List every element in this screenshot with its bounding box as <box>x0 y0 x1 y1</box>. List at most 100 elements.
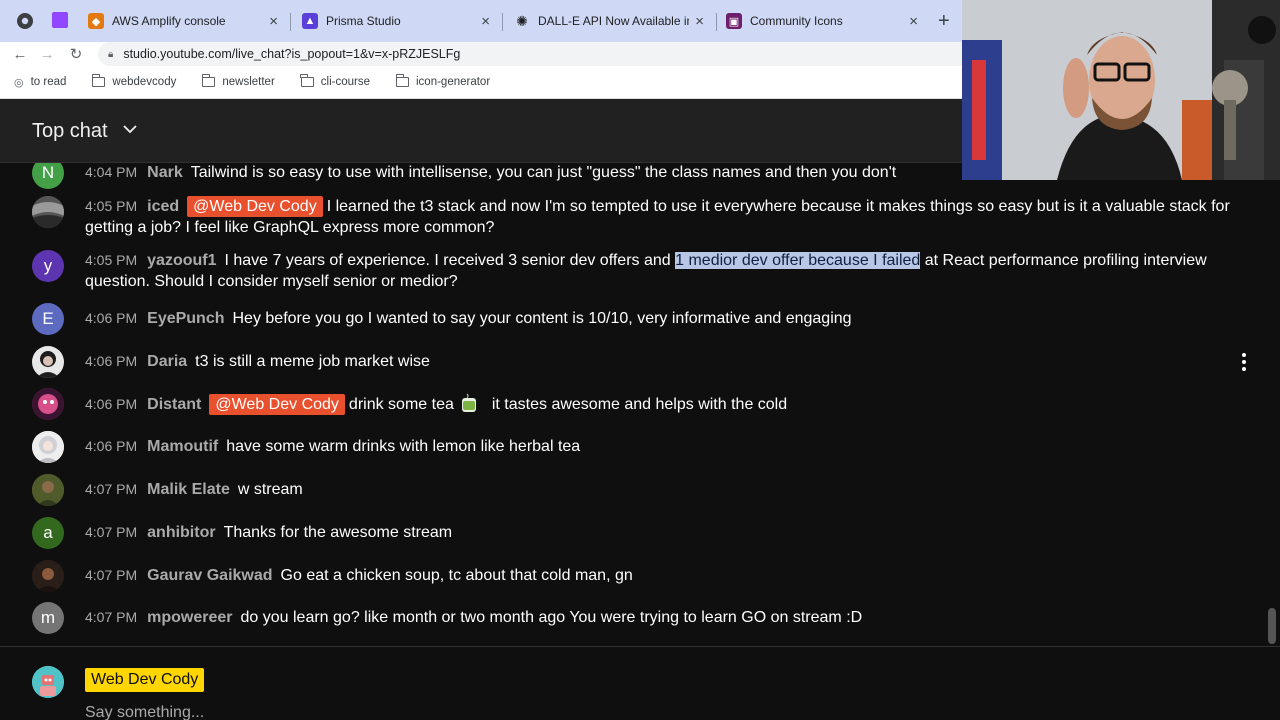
chat-message[interactable]: a 4:07 PM anhibitor Thanks for the awesome… <box>0 517 1280 549</box>
more-vert-icon[interactable] <box>1236 352 1252 372</box>
chat-message-list[interactable]: N 4:04 PM Nark Tailwind is so easy to use … <box>0 163 1280 646</box>
close-tab-icon[interactable]: × <box>269 13 278 30</box>
bookmark-folder[interactable]: webdevcody <box>92 74 177 88</box>
streamer-webcam-image <box>962 0 1280 180</box>
chat-message[interactable]: 4:06 PM Distant @Web Dev Cody drink some te… <box>0 388 1280 420</box>
close-tab-icon[interactable]: × <box>909 13 918 30</box>
message-text: Hey before you go I wanted to say your c… <box>232 310 852 327</box>
message-text: have some warm drinks with lemon like he… <box>226 438 581 455</box>
avatar[interactable]: m <box>32 602 64 634</box>
bookmark-folder[interactable]: cli-course <box>300 74 370 88</box>
tab-title: Community Icons <box>750 14 843 28</box>
message-text: Go eat a chicken soup, tc about that col… <box>280 567 633 584</box>
message-author[interactable]: Gaurav Gaikwad <box>147 567 272 584</box>
chrome-logo-icon[interactable] <box>16 12 34 30</box>
message-text: t3 is still a meme job market wise <box>195 353 430 370</box>
chat-message[interactable]: 4:07 PM Malik Elate w stream <box>0 474 1280 506</box>
avatar[interactable] <box>32 346 64 378</box>
bookmark-item[interactable]: ◎ to read <box>14 76 66 89</box>
channel-avatar[interactable] <box>32 666 64 698</box>
chat-message[interactable]: 4:06 PM Mamoutif have some warm drinks wit… <box>0 431 1280 463</box>
message-author[interactable]: Distant <box>147 396 201 413</box>
openai-icon: ✺ <box>516 12 528 29</box>
message-timestamp: 4:06 PM <box>85 310 138 326</box>
chat-message[interactable]: y 4:05 PM yazoouf1 I have 7 years of exper… <box>0 250 1280 294</box>
bookmark-folder[interactable]: icon-generator <box>395 74 490 88</box>
message-author[interactable]: anhibitor <box>147 524 215 541</box>
bookmark-label: webdevcody <box>112 76 177 88</box>
message-author[interactable]: Nark <box>147 164 183 181</box>
robot-avatar-icon <box>32 666 64 698</box>
message-author[interactable]: yazoouf1 <box>147 252 216 269</box>
mention-chip: @Web Dev Cody <box>187 196 323 217</box>
lock-icon: 🔒︎ <box>108 48 114 60</box>
prisma-icon: ▲ <box>302 13 318 29</box>
mention-chip: @Web Dev Cody <box>209 394 345 415</box>
message-timestamp: 4:05 PM <box>85 198 138 214</box>
avatar[interactable]: N <box>32 163 64 189</box>
reload-icon[interactable]: ↻ <box>65 42 87 66</box>
tab-dalle-api[interactable]: ✺ DALL-E API Now Available in P… × <box>504 6 714 36</box>
message-timestamp: 4:05 PM <box>85 252 138 268</box>
message-timestamp: 4:06 PM <box>85 438 138 454</box>
user-photo-icon <box>32 431 64 463</box>
address-bar[interactable]: 🔒︎ studio.youtube.com/live_chat?is_popou… <box>98 42 998 66</box>
avatar[interactable] <box>32 196 64 228</box>
avatar[interactable] <box>32 560 64 592</box>
message-timestamp: 4:07 PM <box>85 567 138 583</box>
avatar[interactable] <box>32 388 64 420</box>
chat-input[interactable]: Say something... <box>85 704 1185 720</box>
chat-message[interactable]: E 4:06 PM EyePunch Hey before you go I wan… <box>0 303 1280 335</box>
chat-composer: Web Dev Cody Say something... <box>0 646 1280 720</box>
url-text: studio.youtube.com/live_chat?is_popout=1… <box>123 47 461 61</box>
tab-title: DALL-E API Now Available in P… <box>538 14 689 28</box>
avatar[interactable]: E <box>32 303 64 335</box>
tab-separator <box>290 13 291 31</box>
folder-icon <box>395 74 409 87</box>
bookmark-folder[interactable]: newsletter <box>202 74 275 88</box>
user-photo-icon <box>32 196 64 228</box>
top-chat-dropdown[interactable]: Top chat <box>32 120 108 143</box>
folder-icon <box>300 74 314 87</box>
avatar[interactable] <box>32 431 64 463</box>
close-tab-icon[interactable]: × <box>481 13 490 30</box>
tea-emoji-icon <box>461 393 476 412</box>
message-timestamp: 4:07 PM <box>85 481 138 497</box>
message-author[interactable]: Mamoutif <box>147 438 218 455</box>
message-author[interactable]: EyePunch <box>147 310 224 327</box>
tab-title: Prisma Studio <box>326 14 401 28</box>
message-text: I have 7 years of experience. I received… <box>224 252 671 269</box>
chat-scrollbar[interactable] <box>1268 608 1276 644</box>
twitch-tab-icon[interactable] <box>52 12 68 28</box>
user-photo-icon <box>32 474 64 506</box>
chat-message[interactable]: 4:06 PM Daria t3 is still a meme job marke… <box>0 346 1280 378</box>
message-author[interactable]: Malik Elate <box>147 481 230 498</box>
message-timestamp: 4:07 PM <box>85 524 138 540</box>
folder-icon <box>92 74 106 87</box>
message-author[interactable]: mpowereer <box>147 609 232 626</box>
new-tab-button[interactable]: + <box>938 10 950 33</box>
avatar[interactable] <box>32 474 64 506</box>
forward-arrow-icon[interactable]: → <box>36 42 58 66</box>
chevron-down-icon[interactable] <box>122 121 138 137</box>
chat-message[interactable]: m 4:07 PM mpowereer do you learn go? like … <box>0 602 1280 634</box>
tab-community-icons[interactable]: ▣ Community Icons × <box>716 6 928 36</box>
message-text: Thanks for the awesome stream <box>223 524 453 541</box>
message-timestamp: 4:04 PM <box>85 164 138 180</box>
back-arrow-icon[interactable]: ← <box>9 42 31 66</box>
chat-message[interactable]: 4:07 PM Gaurav Gaikwad Go eat a chicken so… <box>0 560 1280 592</box>
user-photo-icon <box>32 560 64 592</box>
tab-aws-amplify[interactable]: ◆ AWS Amplify console × <box>78 6 288 36</box>
avatar[interactable]: y <box>32 250 64 282</box>
message-text: w stream <box>237 481 303 498</box>
bookmark-label: newsletter <box>222 76 275 88</box>
chat-message[interactable]: 4:05 PM iced @Web Dev Cody I learned the t3… <box>0 196 1280 240</box>
message-author[interactable]: Daria <box>147 353 187 370</box>
webcam-overlay <box>962 0 1280 180</box>
close-tab-icon[interactable]: × <box>695 13 704 30</box>
channel-name-badge: Web Dev Cody <box>85 668 205 692</box>
message-author[interactable]: iced <box>147 198 179 215</box>
tab-separator <box>502 13 503 31</box>
avatar[interactable]: a <box>32 517 64 549</box>
tab-prisma-studio[interactable]: ▲ Prisma Studio × <box>292 6 500 36</box>
